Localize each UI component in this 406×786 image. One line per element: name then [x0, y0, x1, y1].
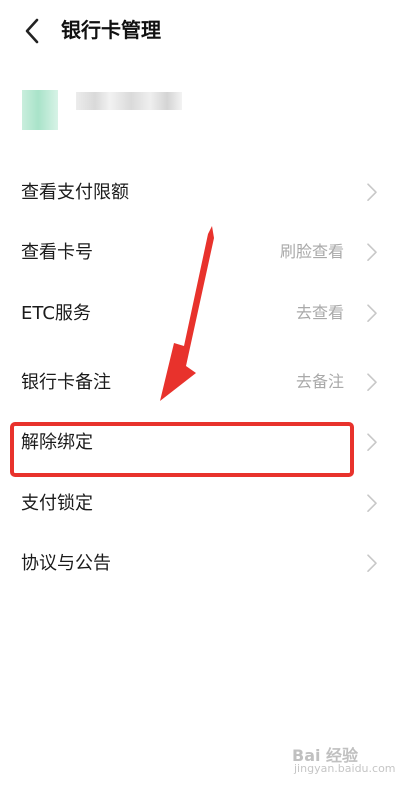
- page-title: 银行卡管理: [61, 18, 161, 42]
- menu-item-label: 协议与公告: [21, 553, 111, 574]
- baidu-watermark: Bai 经验 jingyan.baidu.com: [292, 742, 402, 780]
- chevron-right-icon: [367, 304, 377, 323]
- menu-item-label: 支付锁定: [21, 493, 93, 514]
- chevron-right-icon: [367, 243, 377, 261]
- menu-item-payment-limit[interactable]: 查看支付限额: [0, 163, 406, 223]
- chevron-right-icon: [367, 494, 377, 513]
- card-summary: [22, 88, 222, 130]
- chevron-right-icon: [367, 554, 377, 573]
- watermark-url: jingyan.baidu.com: [294, 762, 396, 775]
- menu-item-card-number[interactable]: 查看卡号 刷脸查看: [0, 223, 406, 283]
- menu-item-label: 查看支付限额: [21, 182, 129, 203]
- menu-item-agreements[interactable]: 协议与公告: [0, 534, 406, 594]
- menu-item-label: ETC服务: [21, 303, 91, 324]
- menu-item-value: 去备注: [295, 372, 344, 392]
- menu-item-value: 刷脸查看: [279, 242, 344, 262]
- highlight-box: [10, 422, 354, 477]
- chevron-right-icon: [367, 373, 377, 392]
- chevron-right-icon: [367, 433, 377, 452]
- chevron-right-icon: [367, 183, 377, 201]
- back-button[interactable]: [18, 14, 48, 48]
- menu-item-label: 查看卡号: [21, 242, 93, 263]
- menu-item-payment-lock[interactable]: 支付锁定: [0, 474, 406, 534]
- chevron-left-icon: [25, 18, 39, 44]
- menu-item-card-note[interactable]: 银行卡备注 去备注: [0, 353, 406, 413]
- menu-item-etc-service[interactable]: ETC服务 去查看: [0, 284, 406, 344]
- bank-name-blurred: [76, 92, 182, 110]
- menu-item-label: 银行卡备注: [21, 372, 111, 393]
- bank-logo: [22, 90, 58, 130]
- menu-item-value: 去查看: [295, 303, 344, 323]
- header-bar: 银行卡管理: [0, 0, 406, 62]
